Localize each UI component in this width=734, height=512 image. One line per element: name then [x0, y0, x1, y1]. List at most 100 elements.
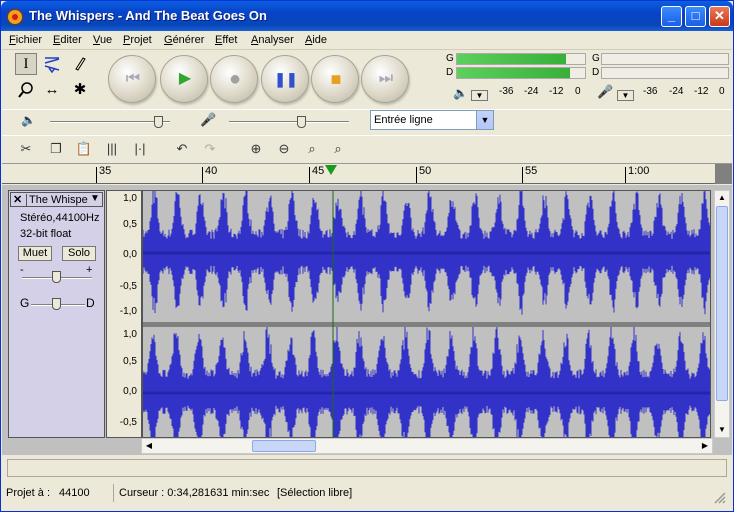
output-scale-36: -36	[499, 86, 514, 97]
track-name-menu[interactable]: ✕ The Whispe ▼	[10, 192, 103, 207]
output-scale-0: 0	[575, 86, 581, 97]
vertical-scrollbar[interactable]: ▲ ▼	[714, 190, 730, 438]
input-left-letter: G	[592, 53, 600, 64]
silence-icon[interactable]: |·|	[128, 138, 152, 160]
message-bar	[7, 459, 727, 477]
ruler-label-50: 50	[419, 165, 432, 177]
pause-icon: ❚❚	[274, 71, 298, 87]
solo-button[interactable]: Solo	[62, 246, 96, 261]
minimize-button[interactable]: _	[661, 6, 682, 27]
menu-editer[interactable]: Editer	[53, 34, 82, 46]
skip-end-icon: ⏭	[378, 70, 394, 87]
horizontal-scrollbar[interactable]: ◀ ▶	[141, 438, 713, 454]
skip-start-button[interactable]: ⏮	[108, 55, 156, 103]
vertical-scroll-thumb[interactable]	[716, 206, 728, 401]
ruler-tick	[309, 167, 310, 183]
menu-bar: Fichier Editer Vue Projet Générer Effet …	[2, 31, 732, 50]
scroll-left-icon[interactable]: ◀	[142, 439, 156, 453]
selection-tool-icon[interactable]: I	[15, 53, 37, 75]
track-menu-chevron-down-icon[interactable]: ▼	[90, 193, 100, 204]
undo-icon[interactable]: ↶	[170, 138, 194, 160]
cut-icon[interactable]: ✂	[14, 138, 38, 160]
waveform-view[interactable]	[142, 190, 711, 438]
trim-icon[interactable]: |||	[100, 138, 124, 160]
ruler-label-45: 45	[312, 165, 325, 177]
ruler-label-40: 40	[205, 165, 218, 177]
menu-analyser[interactable]: Analyser	[251, 34, 294, 46]
project-rate-value[interactable]: 44100	[59, 487, 90, 499]
resize-grip-icon[interactable]	[711, 489, 727, 505]
pan-right-label: D	[86, 296, 95, 310]
close-button[interactable]: ✕	[709, 6, 730, 27]
selection-mode: [Sélection libre]	[277, 487, 353, 499]
input-meter-left	[601, 53, 729, 65]
redo-icon[interactable]: ↷	[198, 138, 222, 160]
audacity-icon	[7, 9, 23, 25]
horizontal-scroll-thumb[interactable]	[252, 440, 316, 452]
input-scale-36: -36	[643, 86, 658, 97]
audacity-window: The Whispers - And The Beat Goes On _ □ …	[0, 0, 734, 512]
output-meter-menu-button[interactable]: ▼	[471, 90, 488, 101]
menu-generer[interactable]: Générer	[164, 34, 204, 46]
zoom-in-icon[interactable]: ⊕	[244, 138, 268, 160]
output-meter-left-fill	[457, 54, 566, 64]
amplitude-ruler: 1,0 0,5 0,0 -0,5 -1,0 1,0 0,5 0,0 -0,5	[106, 190, 142, 438]
chevron-down-icon[interactable]: ▼	[476, 111, 493, 129]
menu-projet[interactable]: Projet	[123, 34, 152, 46]
ruler-label-35: 35	[99, 165, 112, 177]
scroll-down-icon[interactable]: ▼	[715, 423, 729, 437]
ruler-label-55: 55	[525, 165, 538, 177]
record-icon: ●	[228, 68, 242, 90]
zoom-tool-icon[interactable]	[15, 79, 37, 101]
menu-effet[interactable]: Effet	[215, 34, 237, 46]
envelope-tool-icon[interactable]	[41, 53, 63, 75]
menu-vue[interactable]: Vue	[93, 34, 112, 46]
zoom-out-icon[interactable]: ⊖	[272, 138, 296, 160]
mute-button[interactable]: Muet	[18, 246, 52, 261]
gain-minus-label: -	[20, 264, 24, 276]
ruler-tick	[416, 167, 417, 183]
timeshift-tool-icon[interactable]: ↔	[41, 79, 63, 101]
output-volume-track	[50, 121, 170, 123]
pause-button[interactable]: ❚❚	[261, 55, 309, 103]
multi-tool-icon[interactable]: ✱	[69, 79, 91, 101]
divider	[113, 484, 114, 502]
ruler-tick	[522, 167, 523, 183]
waveform-channel-2	[143, 322, 710, 437]
scroll-up-icon[interactable]: ▲	[715, 191, 729, 205]
output-meter-right-fill	[457, 68, 570, 78]
menu-aide[interactable]: Aide	[305, 34, 327, 46]
maximize-button[interactable]: □	[685, 6, 706, 27]
paste-icon[interactable]: 📋	[72, 138, 96, 160]
input-meter-menu-button[interactable]: ▼	[617, 90, 634, 101]
stop-button[interactable]: ■	[311, 55, 359, 103]
timeline-ruler[interactable]: 35 40 45 50 55 1:00	[2, 163, 732, 184]
ruler-tick	[96, 167, 97, 183]
meter-toolbar: G D 🔈 ▼ -36 -24 -12 0 G D 🎤 ▼ -36 -24 -1…	[441, 51, 733, 109]
input-scale-12: -12	[694, 86, 709, 97]
play-button[interactable]: ▶	[160, 55, 208, 103]
microphone-icon: 🎤	[597, 84, 614, 99]
scroll-right-icon[interactable]: ▶	[698, 439, 712, 453]
output-volume-slider[interactable]	[154, 116, 163, 128]
input-scale-0: 0	[719, 86, 725, 97]
menu-fichier[interactable]: Fichier	[9, 34, 42, 46]
fit-project-icon[interactable]: ⌕	[326, 138, 350, 160]
draw-tool-icon[interactable]	[69, 53, 91, 75]
skip-end-button[interactable]: ⏭	[361, 55, 409, 103]
input-volume-slider[interactable]	[297, 116, 306, 128]
fit-selection-icon[interactable]: ⌕	[300, 138, 324, 160]
gain-slider[interactable]	[52, 271, 61, 283]
copy-icon[interactable]: ❐	[44, 138, 68, 160]
ch1-scale-neg-0-5: -0,5	[119, 281, 137, 292]
pan-slider[interactable]	[52, 298, 61, 310]
input-source-select[interactable]: Entrée ligne ▼	[370, 110, 494, 130]
track-close-icon[interactable]: ✕	[13, 193, 22, 206]
play-icon: ▶	[178, 70, 192, 87]
ch2-scale-neg-0-5: -0,5	[119, 417, 137, 428]
title-bar[interactable]: The Whispers - And The Beat Goes On _ □ …	[1, 1, 733, 31]
edit-toolbar: ✂ ❐ 📋 ||| |·| ↶ ↷ ⊕ ⊖ ⌕ ⌕	[2, 135, 732, 162]
record-button[interactable]: ●	[210, 55, 258, 103]
window-title: The Whispers - And The Beat Goes On	[29, 8, 267, 23]
playhead-marker-icon[interactable]	[325, 165, 337, 175]
